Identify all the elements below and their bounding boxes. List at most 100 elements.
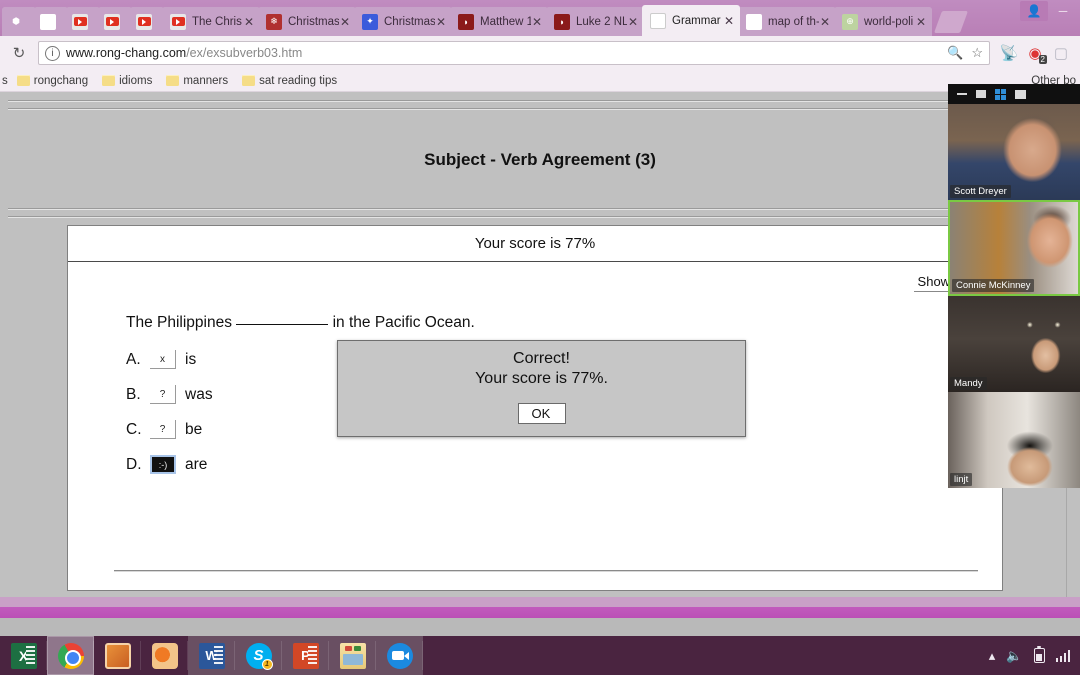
taskbar-item-skype[interactable]: S1 — [235, 636, 282, 675]
youtube-icon — [104, 13, 120, 30]
dialog-line-1: Correct! — [513, 350, 570, 367]
participant-tile-1[interactable]: Connie McKinney — [948, 200, 1080, 296]
bookmark-item-1[interactable]: idioms — [97, 74, 157, 88]
window-controls: 👤 ─ — [1020, 0, 1078, 22]
taskbar-items: X W S1 P — [0, 636, 423, 675]
tab-label: Luke 2 NLT — [576, 15, 627, 28]
bookmark-star-icon[interactable]: ☆ — [971, 45, 983, 61]
volume-icon[interactable]: 🔈 — [1006, 648, 1022, 664]
browser-tab-6[interactable]: ❄ Christmas ✕ — [258, 7, 356, 36]
bookmarks-bar: s rongchang idioms manners sat reading tips… — [0, 70, 1080, 92]
chrome-browser-window: ⬢ RR The Chris ✕ ❄ Christmas ✕ ✦ Christmas ✕ ◗ Matt… — [0, 0, 1080, 618]
bookmark-label: sat reading tips — [259, 74, 338, 87]
browser-tab-1[interactable]: RR — [34, 7, 68, 36]
notification-badge: 1 — [261, 658, 273, 670]
grid-view-icon[interactable] — [995, 88, 1006, 100]
tab-close-icon[interactable]: ✕ — [243, 16, 255, 28]
minimize-icon[interactable] — [957, 93, 967, 95]
browser-tab-12[interactable]: ⊕ world-poli ✕ — [834, 7, 932, 36]
tab-close-icon[interactable]: ✕ — [531, 16, 543, 28]
option-text: are — [185, 455, 208, 473]
address-bar[interactable]: i www.rong-chang.com/ex/exsubverb03.htm … — [38, 41, 990, 65]
tab-close-icon[interactable]: ✕ — [915, 16, 927, 28]
option-answer-button[interactable]: x — [150, 350, 176, 369]
tab-close-icon[interactable]: ✕ — [627, 16, 639, 28]
taskbar-item-excel[interactable]: X — [0, 636, 47, 675]
taskbar-item-word[interactable]: W — [188, 636, 235, 675]
browser-tab-7[interactable]: ✦ Christmas ✕ — [354, 7, 452, 36]
taskbar-item-chrome[interactable] — [47, 636, 94, 675]
adblock-extension-icon[interactable]: ◉ 2 — [1022, 40, 1048, 66]
option-text: be — [185, 420, 203, 438]
tab-close-icon[interactable]: ✕ — [435, 16, 447, 28]
question-suffix: in the Pacific Ocean. — [332, 314, 475, 331]
youtube-icon — [72, 13, 88, 30]
new-tab-button[interactable] — [933, 11, 969, 33]
option-letter: A. — [126, 350, 141, 368]
browser-tab-2[interactable] — [66, 7, 100, 36]
taskbar-item-powerpoint[interactable]: P — [282, 636, 329, 675]
browser-tab-3[interactable] — [98, 7, 132, 36]
cast-icon[interactable]: 📡 — [996, 40, 1022, 66]
browser-tab-4[interactable] — [130, 7, 164, 36]
reload-icon[interactable]: ↻ — [6, 40, 32, 66]
browser-tab-9[interactable]: ◗ Luke 2 NLT✕ — [546, 7, 644, 36]
bookmark-item-2[interactable]: manners — [161, 74, 233, 88]
tab-label: map of th- — [768, 15, 819, 28]
bookmark-label: idioms — [119, 74, 153, 87]
dialog-button-row: OK — [338, 403, 745, 424]
extension-icon-2[interactable]: ▢ — [1048, 40, 1074, 66]
browser-tab-11[interactable]: Gmap of th- ✕ — [738, 7, 836, 36]
restore-icon[interactable] — [976, 90, 986, 98]
taskbar-item-photo-editor[interactable] — [141, 636, 188, 675]
participant-tile-0[interactable]: Scott Dreyer — [948, 104, 1080, 200]
tab-close-icon[interactable]: ✕ — [819, 16, 831, 28]
minimize-window-button[interactable]: ─ — [1048, 1, 1078, 21]
bookmark-edge-label: s — [2, 74, 8, 87]
taskbar-item-file-explorer[interactable] — [329, 636, 376, 675]
browser-tab-0[interactable]: ⬢ — [2, 7, 36, 36]
option-answer-button[interactable]: :-) — [150, 455, 176, 474]
bible-icon: ◗ — [554, 13, 570, 30]
dialog-message: Correct! Your score is 77%. — [338, 341, 745, 390]
page-title: Subject - Verb Agreement (3) — [424, 150, 656, 169]
bookmark-item-0[interactable]: rongchang — [12, 74, 93, 88]
option-answer-button[interactable]: ? — [150, 385, 176, 404]
browser-tab-5[interactable]: The Chris ✕ — [162, 7, 260, 36]
shield-icon: ⬢ — [12, 16, 20, 26]
profile-avatar-icon[interactable]: 👤 — [1020, 1, 1048, 21]
page-viewport: Subject - Verb Agreement (3) Your score … — [0, 92, 1080, 597]
option-letter: B. — [126, 385, 141, 403]
folder-icon — [102, 75, 116, 86]
browser-tab-8[interactable]: ◗ Matthew 1 ✕ — [450, 7, 548, 36]
fullscreen-icon[interactable] — [1015, 89, 1026, 99]
zoom-icon[interactable]: 🔍 — [947, 45, 963, 61]
option-answer-button[interactable]: ? — [150, 420, 176, 439]
show-hidden-icons-button[interactable]: ▴ — [989, 648, 996, 664]
taskbar-item-camera[interactable] — [376, 636, 423, 675]
tab-label: Grammar E — [672, 14, 723, 27]
url-path: /ex/exsubverb03.htm — [186, 46, 303, 60]
wifi-signal-icon[interactable] — [1055, 649, 1070, 662]
battery-charging-icon[interactable] — [1033, 645, 1045, 663]
participant-tile-3[interactable]: linjt — [948, 392, 1080, 488]
tab-close-icon[interactable]: ✕ — [339, 16, 351, 28]
tab-close-icon[interactable]: ✕ — [723, 15, 735, 27]
folder-icon — [166, 75, 180, 86]
document-icon: 🗋 — [650, 12, 666, 29]
participant-name: Scott Dreyer — [950, 185, 1011, 198]
dialog-ok-button[interactable]: OK — [517, 403, 566, 424]
site-info-icon[interactable]: i — [45, 45, 60, 61]
browser-tab-10[interactable]: 🗋 Grammar E✕ — [642, 5, 740, 36]
extension-badge: 2 — [1038, 55, 1047, 64]
media-player-icon — [104, 642, 131, 669]
star-icon: ✦ — [362, 13, 378, 30]
taskbar-item-media-player[interactable] — [94, 636, 141, 675]
tab-strip: ⬢ RR The Chris ✕ ❄ Christmas ✕ ✦ Christmas ✕ ◗ Matt… — [0, 0, 1080, 36]
participant-tile-2[interactable]: Mandy — [948, 296, 1080, 392]
dialog-line-2: Your score is 77%. — [475, 370, 608, 388]
tab-label: world-poli — [864, 15, 914, 28]
skype-icon: S1 — [245, 642, 273, 670]
bookmark-item-3[interactable]: sat reading tips — [237, 74, 342, 88]
question-sentence: The Philippines in the Pacific Ocean. — [126, 314, 1002, 332]
